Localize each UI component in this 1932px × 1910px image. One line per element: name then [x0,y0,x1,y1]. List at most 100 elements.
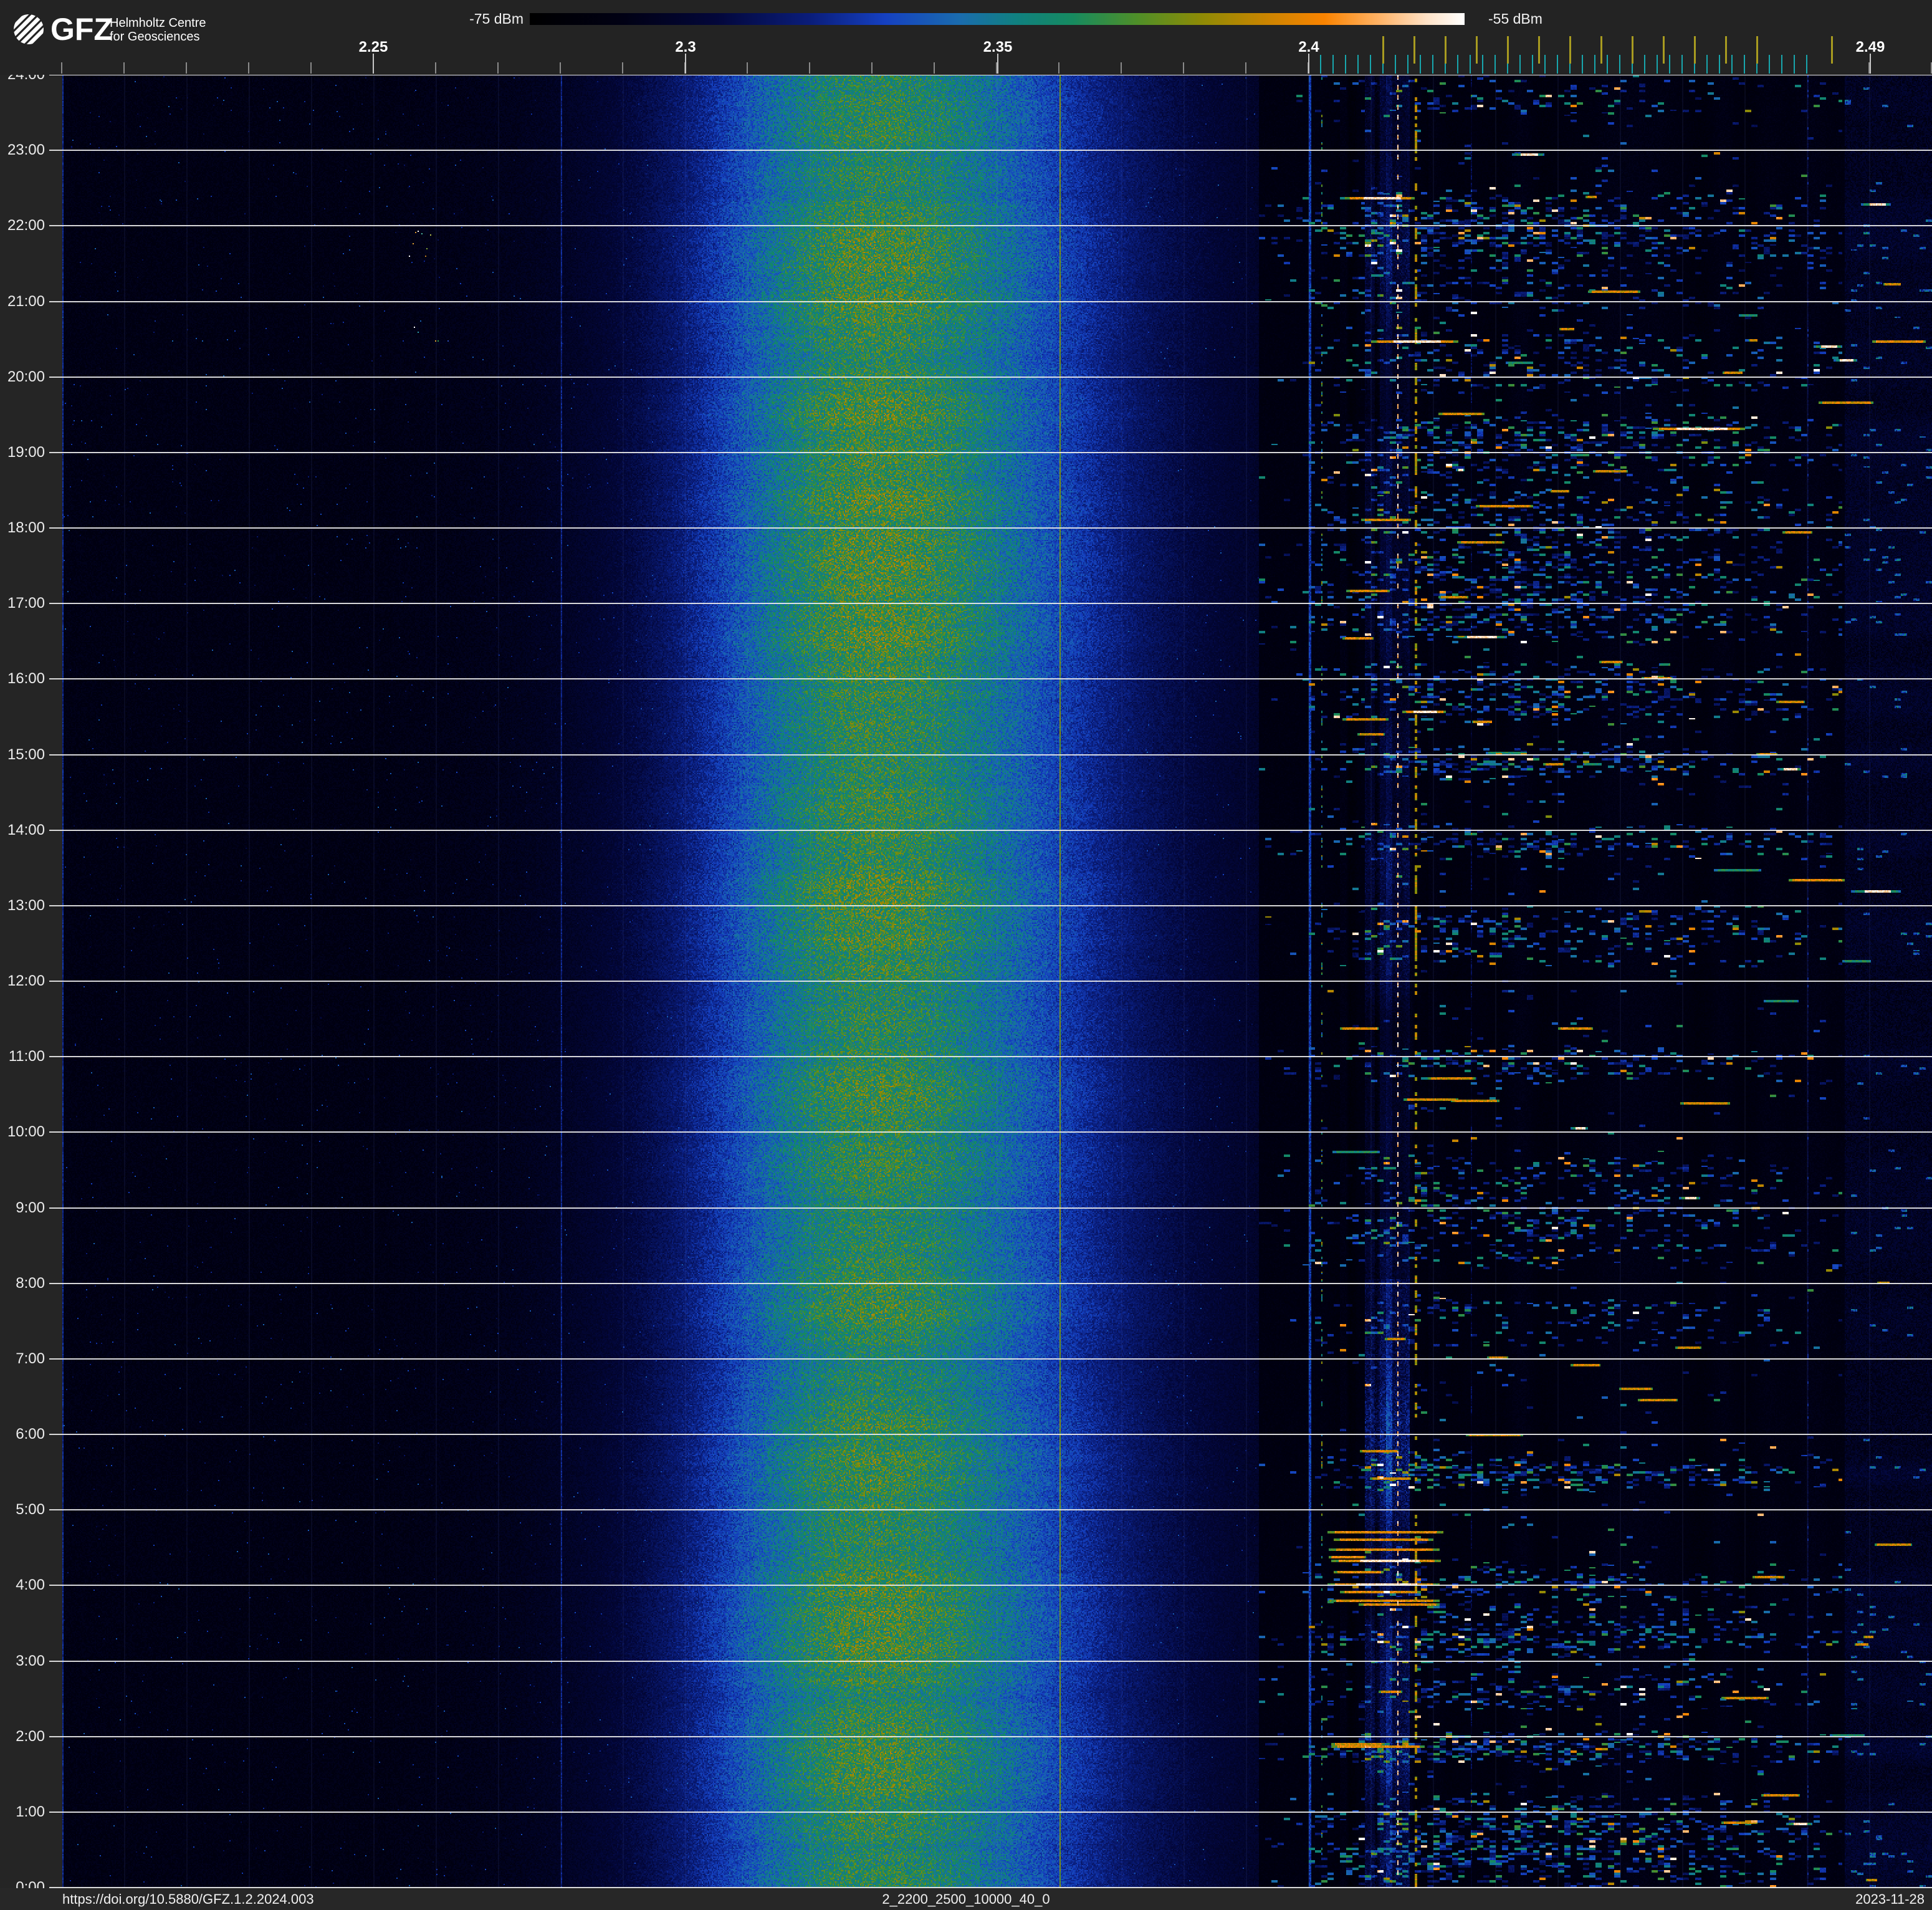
hour-gridline [49,1735,1932,1737]
ble-channel-tick [1370,55,1371,74]
freq-minor-tick [1245,62,1246,74]
hour-gridline [49,678,1932,680]
ble-channel-tick [1407,55,1408,74]
time-label: 17:00 [7,595,45,612]
ble-channel-tick [1607,55,1608,74]
ble-channel-tick [1706,55,1708,74]
freq-major-tick [1308,54,1309,74]
freq-minor-tick [747,62,748,74]
wifi-channel-tick [1569,36,1571,64]
ble-channel-tick [1332,55,1334,74]
ble-channel-tick [1806,55,1807,74]
time-label: 7:00 [16,1350,45,1367]
hour-gridline [49,150,1932,151]
brand-subtitle-line1: Helmholtz Centre [110,16,206,30]
wifi-channel-tick [1693,36,1696,64]
freq-minor-tick [497,62,499,74]
ble-channel-tick [1582,55,1583,74]
wifi-channel-tick [1600,36,1602,64]
ble-channel-tick [1719,55,1720,74]
freq-minor-tick [809,62,810,74]
ble-channel-tick [1731,55,1733,74]
hour-gridline [49,225,1932,227]
ble-channel-tick [1681,55,1683,74]
time-label: 9:00 [16,1199,45,1216]
time-label: 8:00 [16,1274,45,1292]
ble-channel-tick [1482,55,1483,74]
hour-gridline [49,1282,1932,1284]
time-label: 5:00 [16,1501,45,1519]
time-label: 2:00 [16,1727,45,1745]
hour-gridline [49,1131,1932,1133]
freq-minor-tick [1058,62,1059,74]
freq-major-tick [373,54,374,74]
time-label: 19:00 [7,443,45,461]
time-label: 3:00 [16,1652,45,1669]
ble-channel-tick [1744,55,1745,74]
ble-channel-tick [1519,55,1521,74]
wifi-channel-tick [1662,36,1665,64]
hour-gridline [49,981,1932,982]
ble-channel-tick [1532,55,1533,74]
time-label: 6:00 [16,1426,45,1442]
wifi-channel-tick [1756,36,1758,64]
ble-channel-tick [1544,55,1546,74]
wifi-channel-tick [1537,36,1540,64]
ble-channel-tick [1345,55,1346,74]
wifi-channel-tick [1475,36,1478,64]
hour-gridline [49,1509,1932,1511]
time-label: 13:00 [7,896,45,914]
time-label: 11:00 [8,1048,45,1065]
brand-subtitle: Helmholtz Centre for Geosciences [110,16,206,44]
time-label: 21:00 [7,292,45,310]
hour-gridline [49,905,1932,906]
doi-link: https://doi.org/10.5880/GFZ.1.2.2024.003 [62,1891,314,1907]
hour-gridline [49,603,1932,605]
ble-channel-tick [1357,55,1359,74]
footer: 2_2200_2500_10000_40_0 https://doi.org/1… [0,1888,1932,1910]
ble-channel-tick [1781,55,1782,74]
ble-channel-tick [1457,55,1458,74]
colorbar-max-label: -55 dBm [1488,11,1542,27]
freq-label: 2.25 [358,39,388,55]
hour-gridline [49,527,1932,529]
freq-minor-tick [186,62,187,74]
freq-minor-tick [622,62,623,74]
hour-gridline [49,300,1932,302]
brand-acronym: GFZ [50,12,113,47]
ble-channel-tick [1594,55,1595,74]
ble-channel-tick [1470,55,1471,74]
ble-channel-tick [1669,55,1670,74]
time-label: 20:00 [7,368,45,385]
ble-channel-tick [1619,55,1620,74]
freq-minor-tick [1121,62,1122,74]
colorbar [530,13,1465,25]
time-label: 10:00 [7,1123,45,1141]
ble-channel-tick [1494,55,1496,74]
header: GFZ Helmholtz Centre for Geosciences -75… [0,0,1932,75]
hour-gridline [49,1585,1932,1586]
wifi-channel-tick [1830,36,1833,64]
freq-minor-tick [435,62,436,74]
freq-minor-tick [310,62,312,74]
ble-channel-tick [1769,55,1770,74]
freq-minor-tick [1183,62,1184,74]
hour-gridline [49,754,1932,756]
freq-label: 2.3 [675,39,696,55]
hour-gridline [49,829,1932,831]
hour-gridline [49,1207,1932,1209]
ble-channel-tick [1420,55,1421,74]
freq-major-tick [685,54,686,74]
hour-gridline [49,451,1932,453]
time-label: 18:00 [7,519,45,536]
wifi-channel-tick [1631,36,1633,64]
ble-channel-tick [1432,55,1433,74]
time-label: 22:00 [7,217,45,234]
hour-gridline [49,1358,1932,1360]
hour-gridline [49,1434,1932,1435]
time-label: 15:00 [7,746,45,763]
time-label: 14:00 [7,821,45,838]
hour-gridline [49,1660,1932,1662]
time-label: 23:00 [7,142,45,159]
freq-minor-tick [560,62,561,74]
